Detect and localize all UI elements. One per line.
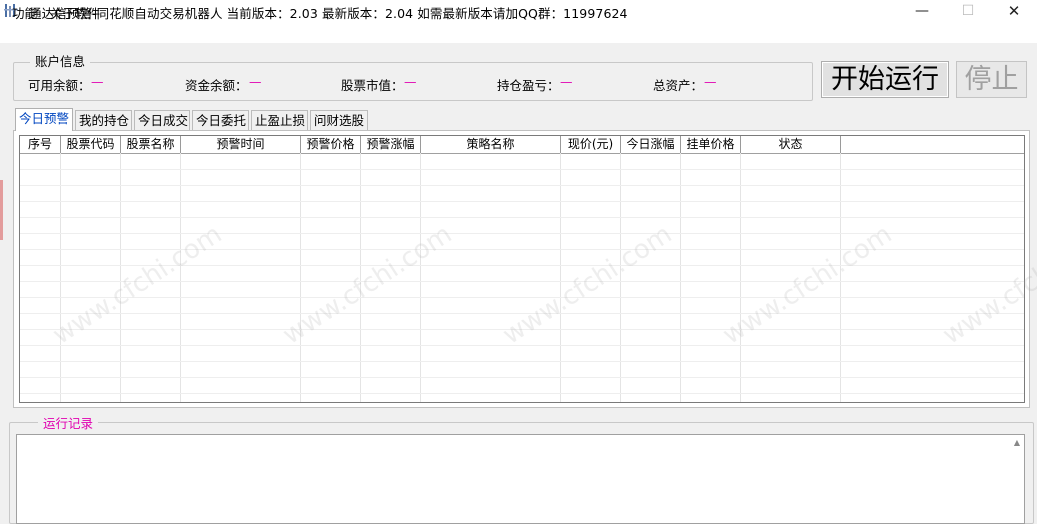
column-header-index[interactable]: 序号	[20, 136, 61, 153]
tab-today-orders[interactable]: 今日委托	[192, 110, 249, 130]
grid-line	[20, 313, 1024, 314]
menu-bar	[0, 22, 1037, 43]
column-header-stock-code[interactable]: 股票代码	[61, 136, 121, 153]
available-balance-value: —	[91, 74, 104, 89]
total-assets-value: —	[704, 74, 717, 89]
grid-line	[20, 281, 1024, 282]
column-header-today-change[interactable]: 今日涨幅	[621, 136, 681, 153]
window-title: 通达信预警-同花顺自动交易机器人 当前版本：2.03 最新版本：2.04 如需最…	[29, 6, 628, 21]
stock-market-value-label: 股票市值：	[341, 78, 404, 93]
grid-line	[120, 153, 121, 402]
edge-artifact	[0, 180, 3, 240]
alerts-table[interactable]: 序号 股票代码 股票名称 预警时间 预警价格 预警涨幅 策略名称 现价(元) 今…	[19, 135, 1025, 403]
grid-line	[20, 297, 1024, 298]
tab-take-profit-stop-loss[interactable]: 止盈止损	[251, 110, 308, 130]
menu-function[interactable]: 功能	[12, 3, 37, 22]
grid-line	[20, 345, 1024, 346]
grid-line	[180, 153, 181, 402]
table-header: 序号 股票代码 股票名称 预警时间 预警价格 预警涨幅 策略名称 现价(元) 今…	[20, 136, 1024, 154]
column-header-alert-change[interactable]: 预警涨幅	[361, 136, 421, 153]
grid-line	[20, 361, 1024, 362]
stop-button[interactable]: 停止	[956, 61, 1027, 98]
menu-about-software[interactable]: 关于软件	[50, 3, 100, 22]
fund-balance-label: 资金余额：	[185, 78, 248, 93]
column-header-alert-price[interactable]: 预警价格	[301, 136, 361, 153]
run-log-title: 运行记录	[38, 413, 99, 432]
position-pnl-value: —	[560, 74, 573, 89]
grid-line	[20, 393, 1024, 394]
grid-line	[20, 169, 1024, 170]
grid-line	[60, 153, 61, 402]
grid-line	[840, 153, 841, 402]
start-button[interactable]: 开始运行	[821, 61, 949, 98]
grid-line	[20, 249, 1024, 250]
grid-line	[20, 233, 1024, 234]
position-pnl-label: 持仓盈亏：	[497, 78, 560, 93]
total-assets-label: 总资产：	[653, 78, 704, 93]
grid-line	[300, 153, 301, 402]
grid-line	[20, 329, 1024, 330]
grid-line	[20, 377, 1024, 378]
column-header-order-price[interactable]: 挂单价格	[681, 136, 741, 153]
column-header-current-price[interactable]: 现价(元)	[561, 136, 621, 153]
tab-today-deals[interactable]: 今日成交	[134, 110, 190, 130]
grid-line	[620, 153, 621, 402]
close-button[interactable]: ✕	[991, 0, 1037, 22]
account-info-title: 账户信息	[30, 51, 91, 70]
run-log-textarea[interactable]	[16, 434, 1025, 524]
column-header-stock-name[interactable]: 股票名称	[121, 136, 181, 153]
grid-line	[420, 153, 421, 402]
grid-line	[740, 153, 741, 402]
scroll-up-arrow-icon[interactable]: ▲	[1011, 436, 1023, 450]
tab-today-alerts[interactable]: 今日预警	[15, 108, 73, 131]
tab-wencai-stock-picking[interactable]: 问财选股	[310, 110, 368, 130]
grid-line	[560, 153, 561, 402]
available-balance-label: 可用余额：	[28, 78, 91, 93]
column-header-status[interactable]: 状态	[741, 136, 841, 153]
column-header-strategy-name[interactable]: 策略名称	[421, 136, 561, 153]
fund-balance-value: —	[249, 74, 262, 89]
grid-line	[20, 217, 1024, 218]
maximize-button[interactable]: ☐	[945, 0, 991, 22]
grid-line	[20, 185, 1024, 186]
grid-line	[20, 265, 1024, 266]
column-header-alert-time[interactable]: 预警时间	[181, 136, 301, 153]
grid-line	[20, 201, 1024, 202]
grid-line	[360, 153, 361, 402]
grid-line	[680, 153, 681, 402]
tab-my-positions[interactable]: 我的持仓	[75, 110, 132, 130]
stock-market-value-value: —	[404, 74, 417, 89]
minimize-button[interactable]: —	[899, 0, 945, 22]
